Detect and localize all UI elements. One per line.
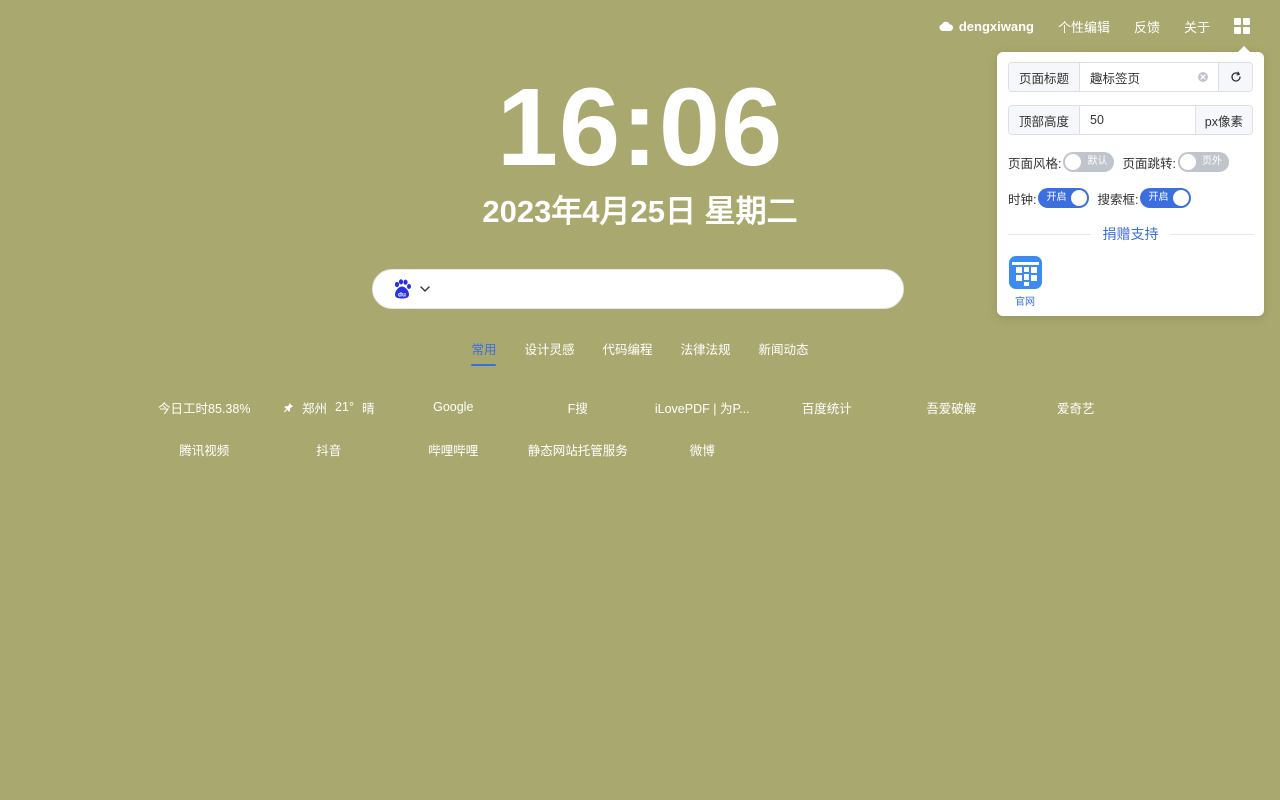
divider-line	[1171, 234, 1254, 235]
baidu-paw-icon[interactable]: du	[391, 278, 413, 300]
clock-toggle[interactable]: 开启	[1038, 188, 1089, 208]
page-style-toggle-text: 默认	[1087, 152, 1107, 172]
top-height-label: 顶部高度	[1009, 106, 1080, 134]
nav-personalize[interactable]: 个性编辑	[1058, 17, 1110, 36]
chevron-down-icon[interactable]	[419, 283, 431, 295]
tab-news[interactable]: 新闻动态	[745, 337, 823, 366]
clear-icon[interactable]	[1197, 71, 1209, 83]
link-tencent-video[interactable]: 腾讯视频	[142, 429, 267, 472]
weather-condition: 晴	[362, 398, 375, 417]
svg-text:du: du	[398, 292, 406, 299]
toggle-knob	[1180, 154, 1196, 170]
category-tabs: 常用 设计灵感 代码编程 法律法规 新闻动态	[0, 337, 1280, 366]
grid-icon	[1234, 18, 1250, 34]
link-baidu-tongji[interactable]: 百度统计	[765, 386, 890, 429]
official-site-icon	[1009, 256, 1042, 289]
nav-about[interactable]: 关于	[1184, 17, 1210, 36]
page-jump-toggle[interactable]: 页外	[1178, 152, 1229, 172]
page-jump-label: 页面跳转:	[1122, 153, 1175, 172]
settings-popover: 页面标题 顶部高度 px像素 页面风格: 默认 页面跳转: 页外 时钟:	[997, 52, 1264, 316]
top-height-field: 顶部高度 px像素	[1008, 105, 1253, 135]
search-box-label: 搜索框:	[1097, 189, 1138, 208]
weather-temp: 21°	[335, 400, 354, 414]
refresh-icon	[1230, 71, 1242, 83]
style-jump-row: 页面风格: 默认 页面跳转: 页外	[1008, 152, 1253, 172]
clock-search-row: 时钟: 开启 搜索框: 开启	[1008, 188, 1253, 208]
tab-code[interactable]: 代码编程	[588, 337, 666, 366]
page-jump-toggle-text: 页外	[1202, 152, 1222, 172]
tab-design[interactable]: 设计灵感	[510, 337, 588, 366]
pin-icon	[283, 402, 294, 413]
link-iqiyi[interactable]: 爱奇艺	[1014, 386, 1139, 429]
link-static-hosting[interactable]: 静态网站托管服务	[516, 429, 641, 472]
link-google[interactable]: Google	[391, 386, 516, 429]
search-box-toggle-text: 开启	[1148, 188, 1168, 208]
username: dengxiwang	[959, 19, 1034, 34]
user-account[interactable]: dengxiwang	[939, 19, 1034, 34]
search-bar: du	[372, 269, 904, 309]
page-title-field: 页面标题	[1008, 62, 1253, 92]
cloud-icon	[939, 21, 953, 31]
toggle-knob	[1065, 154, 1081, 170]
weather-city: 郑州	[302, 398, 327, 417]
toggle-knob	[1071, 190, 1087, 206]
link-work-hours[interactable]: 今日工时85.38%	[142, 386, 267, 429]
page-style-label: 页面风格:	[1008, 153, 1061, 172]
link-bilibili[interactable]: 哔哩哔哩	[391, 429, 516, 472]
official-site-app[interactable]: 官网	[1008, 256, 1042, 308]
link-52pojie[interactable]: 吾爱破解	[889, 386, 1014, 429]
clock-label: 时钟:	[1008, 189, 1036, 208]
page-style-toggle[interactable]: 默认	[1063, 152, 1114, 172]
link-douyin[interactable]: 抖音	[267, 429, 392, 472]
top-height-input[interactable]	[1080, 106, 1195, 134]
apps-menu-button[interactable]	[1234, 18, 1250, 34]
top-nav: dengxiwang 个性编辑 反馈 关于	[915, 0, 1280, 52]
links-grid: 今日工时85.38% 郑州 21° 晴 Google F搜 iLovePDF |…	[142, 386, 1142, 471]
toggle-knob	[1173, 190, 1189, 206]
link-weibo[interactable]: 微博	[640, 429, 765, 472]
donate-divider: 捐赠支持	[1008, 224, 1253, 244]
top-height-unit: px像素	[1195, 106, 1252, 134]
refresh-title-button[interactable]	[1218, 63, 1252, 91]
tab-law[interactable]: 法律法规	[667, 337, 745, 366]
nav-feedback[interactable]: 反馈	[1134, 17, 1160, 36]
divider-line	[1008, 234, 1091, 235]
page-title-input[interactable]	[1080, 63, 1197, 91]
link-ilovepdf[interactable]: iLovePDF | 为P...	[640, 386, 765, 429]
link-fsou[interactable]: F搜	[516, 386, 641, 429]
search-input[interactable]	[441, 270, 883, 308]
official-site-label: 官网	[1015, 293, 1035, 308]
page-title-label: 页面标题	[1009, 63, 1080, 91]
donate-link[interactable]: 捐赠支持	[1091, 224, 1171, 244]
tab-common[interactable]: 常用	[457, 337, 510, 366]
clock-toggle-text: 开启	[1046, 188, 1066, 208]
weather-widget[interactable]: 郑州 21° 晴	[267, 386, 392, 429]
search-box-toggle[interactable]: 开启	[1140, 188, 1191, 208]
